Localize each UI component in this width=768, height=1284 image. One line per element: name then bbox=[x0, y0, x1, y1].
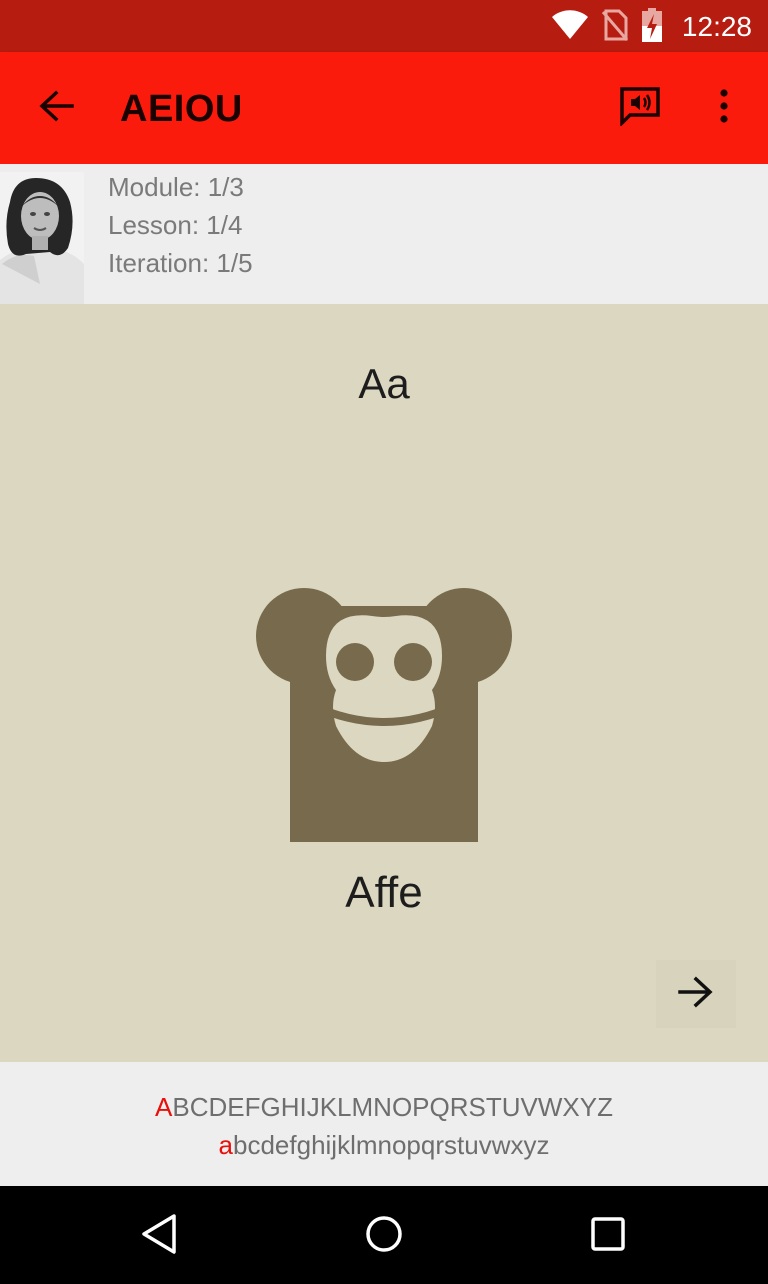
status-time: 12:28 bbox=[681, 11, 752, 42]
back-triangle-icon bbox=[140, 1213, 180, 1260]
uppercase-alphabet: ABCDEFGHIJKLMNOPQRSTUVWXYZ bbox=[0, 1088, 768, 1126]
lesson-progress: Lesson: 1/4 bbox=[108, 210, 243, 240]
arrow-right-icon bbox=[678, 976, 714, 1013]
letter-card: Aa Affe bbox=[0, 304, 768, 1062]
battery-charging-icon bbox=[641, 7, 662, 47]
speak-button[interactable] bbox=[612, 80, 668, 136]
alphabet-strip: ABCDEFGHIJKLMNOPQRSTUVWXYZ abcdefghijklm… bbox=[0, 1062, 768, 1186]
current-uppercase-letter: A bbox=[155, 1092, 173, 1122]
overflow-menu-button[interactable] bbox=[700, 80, 748, 136]
app-title: AEIOU bbox=[120, 88, 243, 130]
no-sim-icon bbox=[601, 9, 629, 46]
teacher-avatar bbox=[0, 172, 84, 304]
letter-pair: Aa bbox=[358, 360, 410, 407]
speak-icon bbox=[619, 86, 661, 131]
back-arrow-icon bbox=[38, 90, 74, 127]
home-circle-icon bbox=[364, 1214, 404, 1259]
iteration-progress: Iteration: 1/5 bbox=[108, 248, 253, 278]
monkey-icon bbox=[254, 586, 514, 842]
progress-lines: Module: 1/3 Lesson: 1/4 Iteration: 1/5 bbox=[108, 168, 253, 282]
system-nav-bar bbox=[0, 1186, 768, 1284]
lowercase-rest: bcdefghijklmnopqrstuvwxyz bbox=[233, 1130, 550, 1160]
app-bar: AEIOU bbox=[0, 52, 768, 164]
current-lowercase-letter: a bbox=[218, 1130, 233, 1160]
overflow-menu-icon bbox=[719, 88, 729, 128]
nav-recents-button[interactable] bbox=[578, 1206, 638, 1266]
nav-back-button[interactable] bbox=[130, 1206, 190, 1266]
progress-panel: Module: 1/3 Lesson: 1/4 Iteration: 1/5 bbox=[0, 164, 768, 304]
status-bar: 12:28 bbox=[0, 0, 768, 52]
recents-square-icon bbox=[590, 1216, 626, 1257]
next-button[interactable] bbox=[656, 960, 736, 1028]
lowercase-alphabet: abcdefghijklmnopqrstuvwxyz bbox=[0, 1126, 768, 1164]
status-icons: 12:28 bbox=[551, 7, 752, 47]
nav-home-button[interactable] bbox=[354, 1206, 414, 1266]
word-label: Affe bbox=[345, 868, 423, 917]
uppercase-rest: BCDEFGHIJKLMNOPQRSTUVWXYZ bbox=[172, 1092, 613, 1122]
back-button[interactable] bbox=[30, 82, 82, 134]
wifi-icon bbox=[551, 9, 588, 45]
module-progress: Module: 1/3 bbox=[108, 172, 244, 202]
